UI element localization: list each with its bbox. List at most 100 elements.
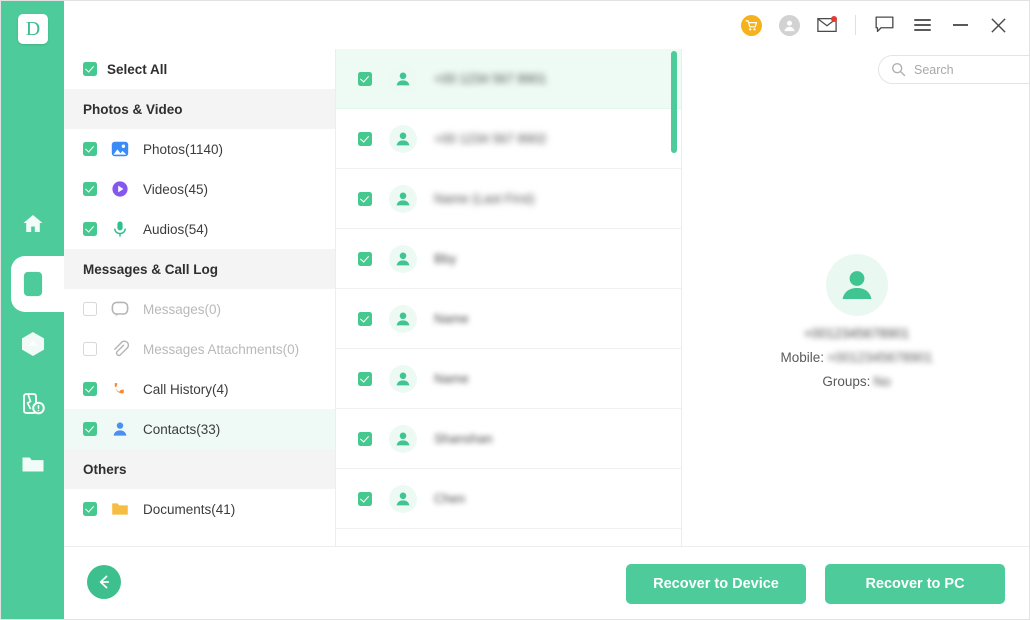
row-checkbox[interactable] — [358, 191, 372, 206]
contact-icon — [111, 420, 129, 438]
contact-name: +00 1234 567 8902 — [434, 131, 547, 146]
call-icon — [111, 380, 129, 398]
app-logo: D — [18, 14, 48, 44]
table-row[interactable]: Name (Last First) — [336, 169, 681, 229]
contact-name: Name — [434, 311, 469, 326]
sidebar-item-label: Messages(0) — [143, 301, 222, 317]
sidebar-item-label: Contacts(33) — [143, 421, 221, 437]
search-container — [878, 55, 1029, 84]
sidebar-item-contacts[interactable]: Contacts(33) — [64, 409, 335, 449]
document-icon — [111, 500, 129, 518]
row-checkbox[interactable] — [358, 131, 372, 146]
contact-list: +00 1234 567 8901 +00 1234 567 8902 Name… — [336, 49, 681, 529]
audio-icon — [111, 220, 129, 238]
table-row[interactable]: Name — [336, 349, 681, 409]
contacts-checkbox[interactable] — [83, 422, 97, 436]
photos-checkbox[interactable] — [83, 142, 97, 156]
rail-item-files[interactable] — [1, 434, 64, 494]
account-button[interactable] — [770, 6, 808, 44]
close-icon — [990, 17, 1006, 33]
videos-checkbox[interactable] — [83, 182, 97, 196]
home-icon — [23, 215, 42, 232]
recover-to-pc-button[interactable]: Recover to PC — [825, 564, 1005, 604]
detail-contact-name: +0012345678901 — [803, 326, 910, 341]
search-box[interactable] — [878, 55, 1029, 84]
sidebar-item-call-history[interactable]: Call History(4) — [64, 369, 335, 409]
rail-item-home[interactable] — [1, 194, 64, 254]
main-content: Select All Photos & Video Photos(1140) V… — [64, 49, 1029, 546]
left-nav-rail: D — [1, 1, 86, 619]
rail-item-cloud[interactable] — [1, 314, 64, 374]
detail-body: +0012345678901 Mobile: +0012345678901 Gr… — [682, 254, 1029, 398]
avatar — [389, 124, 417, 153]
avatar — [389, 184, 417, 213]
sidebar-item-messages-attachments[interactable]: Messages Attachments(0) — [64, 329, 335, 369]
avatar — [389, 424, 417, 453]
audios-checkbox[interactable] — [83, 222, 97, 236]
table-row[interactable]: Shanshan — [336, 409, 681, 469]
row-checkbox[interactable] — [358, 431, 372, 446]
messages-attachments-checkbox[interactable] — [83, 342, 97, 356]
menu-button[interactable] — [903, 6, 941, 44]
back-button[interactable] — [87, 565, 121, 599]
contact-name: Bby — [434, 251, 457, 266]
contact-name: Chen — [434, 491, 466, 506]
table-row[interactable]: Bby — [336, 229, 681, 289]
sidebar-item-messages[interactable]: Messages(0) — [64, 289, 335, 329]
mail-badge — [831, 16, 837, 22]
select-all-checkbox[interactable] — [83, 62, 97, 76]
contact-name: +00 1234 567 8901 — [434, 71, 547, 86]
avatar — [389, 244, 417, 273]
sidebar-item-label: Call History(4) — [143, 381, 229, 397]
messages-checkbox[interactable] — [83, 302, 97, 316]
avatar — [389, 304, 417, 333]
list-scrollbar[interactable] — [671, 49, 677, 546]
phone-icon — [23, 271, 42, 297]
select-all-label: Select All — [107, 61, 168, 77]
message-icon — [111, 300, 129, 318]
recover-to-device-button[interactable]: Recover to Device — [626, 564, 806, 604]
folder-icon — [22, 457, 43, 472]
search-input[interactable] — [914, 62, 1029, 77]
contact-list-panel: +00 1234 567 8901 +00 1234 567 8902 Name… — [336, 49, 682, 546]
cart-button[interactable] — [732, 6, 770, 44]
table-row[interactable]: +00 1234 567 8901 — [336, 49, 681, 109]
rail-item-repair[interactable] — [1, 374, 64, 434]
minimize-button[interactable] — [941, 6, 979, 44]
sidebar-item-label: Messages Attachments(0) — [143, 341, 300, 357]
sidebar-item-label: Documents(41) — [143, 501, 236, 517]
documents-checkbox[interactable] — [83, 502, 97, 516]
search-icon — [891, 62, 906, 77]
app-window: D Select All Photos & Video Photos(1140)… — [0, 0, 1030, 620]
row-checkbox[interactable] — [358, 251, 372, 266]
call-history-checkbox[interactable] — [83, 382, 97, 396]
table-row[interactable]: Name — [336, 289, 681, 349]
row-checkbox[interactable] — [358, 371, 372, 386]
select-all-row[interactable]: Select All — [64, 49, 335, 89]
table-row[interactable]: Chen — [336, 469, 681, 529]
table-row[interactable]: +00 1234 567 8902 — [336, 109, 681, 169]
scrollbar-thumb[interactable] — [671, 51, 677, 153]
detail-groups-label: Groups: — [822, 374, 871, 389]
arrow-left-icon — [99, 575, 110, 589]
divider — [855, 15, 856, 35]
row-checkbox[interactable] — [358, 311, 372, 326]
close-button[interactable] — [979, 6, 1017, 44]
title-bar — [64, 1, 1029, 49]
avatar — [389, 484, 417, 513]
sidebar-item-label: Audios(54) — [143, 221, 209, 237]
attachment-icon — [111, 340, 129, 358]
mail-button[interactable] — [808, 6, 846, 44]
broken-phone-icon — [22, 393, 45, 415]
sidebar-item-documents[interactable]: Documents(41) — [64, 489, 335, 529]
sidebar-item-photos[interactable]: Photos(1140) — [64, 129, 335, 169]
feedback-button[interactable] — [865, 6, 903, 44]
account-icon — [778, 14, 800, 36]
feedback-icon — [875, 16, 893, 33]
row-checkbox[interactable] — [358, 491, 372, 506]
rail-item-device[interactable] — [1, 254, 86, 314]
rail-item-list — [1, 194, 86, 494]
sidebar-item-videos[interactable]: Videos(45) — [64, 169, 335, 209]
row-checkbox[interactable] — [358, 71, 372, 86]
sidebar-item-audios[interactable]: Audios(54) — [64, 209, 335, 249]
